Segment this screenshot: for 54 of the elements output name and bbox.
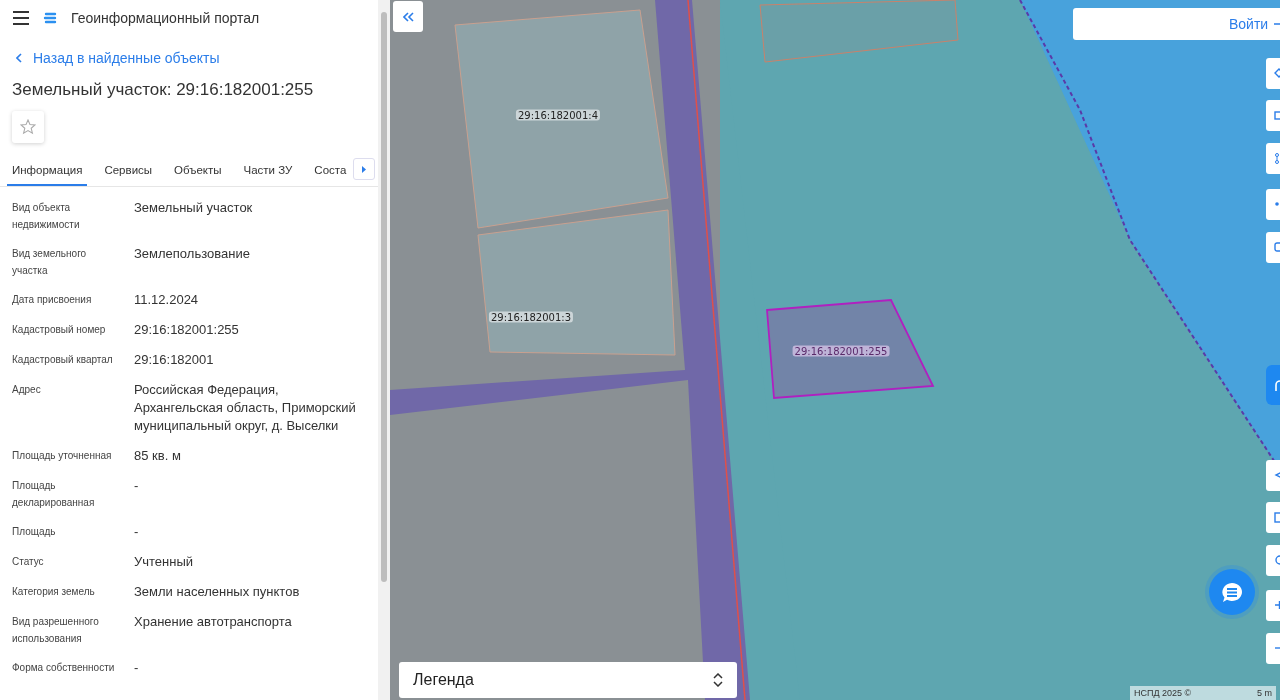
property-value: Земельный участок — [134, 199, 254, 217]
tab[interactable]: Части ЗУ — [238, 155, 298, 186]
property-value: 29:16:182001 — [134, 351, 215, 369]
property-value: 11.12.2024 — [134, 291, 200, 309]
menu-icon[interactable] — [13, 11, 29, 25]
property-label: Дата присвоения — [12, 293, 93, 307]
object-title: Земельный участок: 29:16:182001:255 — [12, 80, 315, 100]
login-button[interactable]: Войти — [1073, 8, 1280, 40]
star-icon — [20, 119, 36, 135]
property-label: Площадь — [12, 525, 57, 539]
property-value: Хранение автотранспорта — [134, 613, 293, 631]
property-label: Площадь декларированная — [12, 479, 96, 510]
property-label: Кадастровый номер — [12, 323, 107, 337]
collapse-panel-button[interactable] — [393, 1, 423, 32]
up-down-chevron-icon — [713, 673, 723, 687]
app-title: Геоинформационный портал — [71, 10, 260, 26]
logo-icon — [43, 11, 57, 25]
double-chevron-left-icon — [402, 11, 414, 22]
scroll-tabs-button[interactable] — [353, 158, 375, 180]
property-value: Земли населенных пунктов — [134, 583, 301, 601]
back-link[interactable]: Назад в найденные объекты — [16, 50, 220, 66]
chat-icon — [1221, 581, 1243, 603]
property-label: Форма собственности — [12, 661, 116, 675]
tab[interactable]: Соста — [309, 155, 352, 186]
property-value: Учтенный — [134, 553, 195, 571]
parcel-label[interactable]: 29:16:182001:4 — [515, 109, 601, 121]
property-label: Площадь уточненная — [12, 449, 113, 463]
property-value: Землепользование — [134, 245, 251, 263]
property-label: Вид земельного участка — [12, 247, 88, 278]
chevron-left-icon — [16, 53, 23, 63]
property-label: Вид разрешенного использования — [12, 615, 100, 646]
tab[interactable]: Информация — [7, 155, 88, 186]
favorite-button[interactable] — [12, 111, 44, 143]
parcel-label[interactable]: 29:16:182001:3 — [488, 311, 574, 323]
tab[interactable]: Объекты — [169, 155, 227, 186]
property-label: Категория земель — [12, 585, 96, 599]
property-value: 85 кв. м — [134, 447, 182, 465]
property-value: - — [134, 523, 140, 541]
parcel-label[interactable]: 29:16:182001:255 — [792, 345, 890, 357]
legend-dropdown[interactable]: Легенда — [399, 662, 737, 698]
triangle-right-icon — [362, 165, 366, 173]
property-label: Статус — [12, 555, 45, 569]
property-value: - — [134, 477, 140, 495]
property-label: Вид объекта недвижимости — [12, 201, 81, 232]
tab[interactable]: Сервисы — [99, 155, 158, 186]
scrollbar[interactable] — [378, 0, 390, 700]
property-label: Кадастровый квартал — [12, 353, 114, 367]
property-label: Адрес — [12, 383, 42, 397]
map-attribution: НСПД 2025 © — [1134, 688, 1192, 698]
property-value: 29:16:182001:255 — [134, 321, 240, 339]
property-value: Российская Федерация, Архангельская область, Приморский муниципальный округ, д. Выселки — [134, 381, 357, 435]
map-drawing[interactable] — [390, 0, 1280, 700]
property-value: - — [134, 659, 140, 677]
scale-label: 5 m — [1257, 688, 1272, 698]
